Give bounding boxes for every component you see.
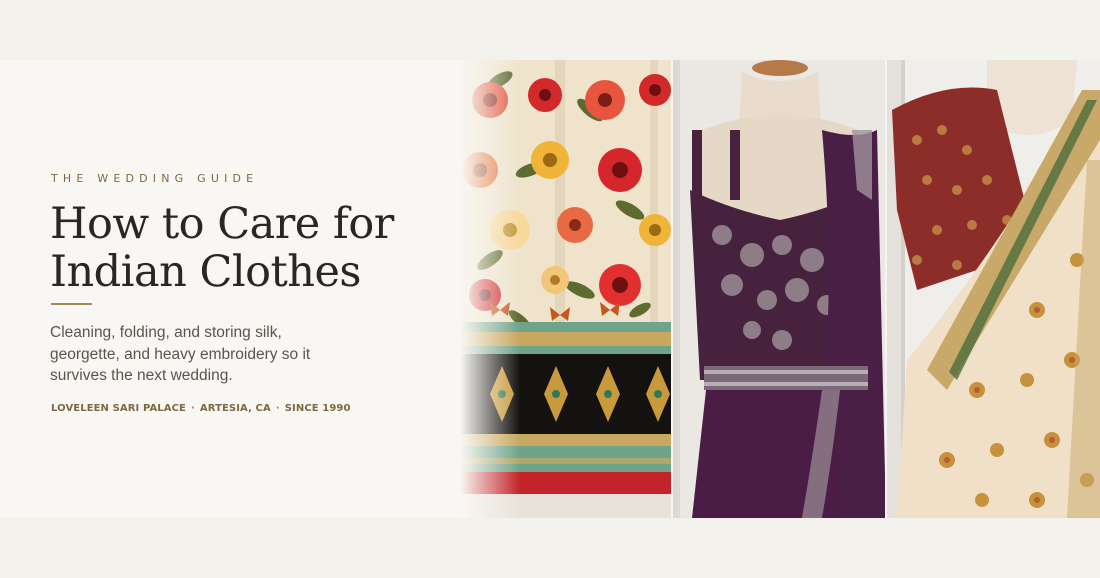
store-since: SINCE 1990	[284, 403, 351, 414]
photo-divider	[885, 60, 887, 518]
purple-saree-gown-photo	[672, 60, 886, 518]
title-line-1: How to Care for	[50, 199, 394, 249]
meta-separator: ·	[275, 403, 280, 414]
title-line-2: Indian Clothes	[50, 247, 362, 297]
floral-lehenga-photo	[460, 60, 672, 518]
store-location: ARTESIA, CA	[199, 403, 271, 414]
hero-banner: THE WEDDING GUIDE How to Care for Indian…	[0, 60, 1100, 518]
hero-description: Cleaning, folding, and storing silk, geo…	[50, 324, 311, 384]
photo-divider	[671, 60, 673, 518]
meta-separator: ·	[190, 403, 195, 414]
eyebrow-label: THE WEDDING GUIDE	[51, 172, 259, 185]
store-name: LOVELEEN SARI PALACE	[51, 403, 186, 414]
store-meta: LOVELEEN SARI PALACE · ARTESIA, CA · SINCE 1…	[51, 403, 351, 414]
hero-text-panel: THE WEDDING GUIDE How to Care for Indian…	[0, 60, 470, 518]
cream-saree-photo	[887, 60, 1100, 518]
title-divider	[51, 303, 92, 305]
page-title: How to Care for Indian Clothes	[50, 200, 450, 296]
